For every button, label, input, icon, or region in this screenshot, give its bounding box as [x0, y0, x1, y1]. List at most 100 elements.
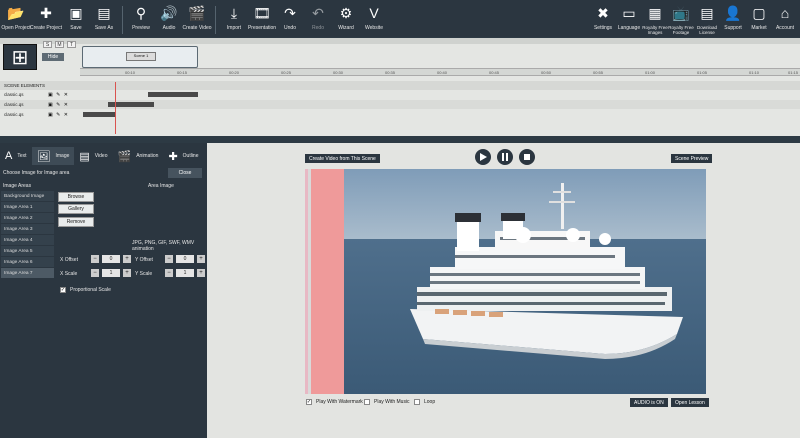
ruler-mark: 01:10: [749, 70, 760, 75]
decrement-button[interactable]: −: [91, 269, 99, 277]
tools-icon: ✖: [597, 5, 609, 21]
ruler-mark: 00:40: [437, 70, 448, 75]
play-watermark-option[interactable]: ✓ Play With Watermark: [306, 399, 363, 405]
create-project-button[interactable]: ✚ Create Project: [30, 4, 62, 34]
increment-button[interactable]: +: [197, 255, 205, 263]
y-scale-value[interactable]: 1: [176, 269, 194, 277]
import-button[interactable]: ⤓ Import: [220, 4, 248, 34]
puzzle-icon: ✚: [168, 150, 178, 163]
playhead[interactable]: [115, 82, 116, 134]
timeline-t-button[interactable]: T: [67, 41, 76, 48]
add-scene-thumbnail[interactable]: ⊞: [3, 44, 37, 70]
market-button[interactable]: ▢ Market: [746, 4, 772, 35]
decrement-button[interactable]: −: [91, 255, 99, 263]
hide-button[interactable]: Hide: [42, 53, 64, 61]
tab-video[interactable]: ▤ Video: [74, 147, 112, 165]
increment-button[interactable]: +: [197, 269, 205, 277]
support-button[interactable]: 👤 Support: [720, 4, 746, 35]
open-project-button[interactable]: 📂 Open Project: [1, 4, 30, 34]
x-scale-value[interactable]: 1: [102, 269, 120, 277]
play-button[interactable]: [475, 149, 491, 165]
loop-checkbox[interactable]: [414, 399, 420, 405]
track-controls[interactable]: ▣ ✎ ✕: [48, 102, 69, 108]
increment-button[interactable]: +: [123, 255, 131, 263]
scene-preview-button[interactable]: Scene Preview: [671, 154, 713, 163]
redo-button[interactable]: ↶ Redo: [304, 4, 332, 34]
audio-toggle-button[interactable]: AUDIO is ON: [630, 398, 668, 407]
track-name: classic.qs: [4, 102, 24, 107]
create-video-scene-button[interactable]: Create Video from This Scene: [305, 154, 380, 163]
tab-image[interactable]: 🖼 Image: [31, 147, 75, 165]
decrement-button[interactable]: −: [165, 269, 173, 277]
scene-label: Scene 1: [126, 52, 156, 61]
timeline-row[interactable]: classic.qs ▣ ✎ ✕: [0, 90, 800, 99]
toolbar-divider: [215, 6, 216, 34]
website-button[interactable]: V Website: [360, 4, 388, 34]
play-watermark-checkbox[interactable]: ✓: [306, 399, 312, 405]
scene-block[interactable]: Scene 1: [82, 46, 198, 68]
timeline-m-button[interactable]: M: [55, 41, 64, 48]
ruler-mark: 00:55: [593, 70, 604, 75]
tab-outline[interactable]: ✚ Outline: [163, 147, 203, 165]
language-button[interactable]: ▭ Language: [616, 4, 642, 35]
royalty-free-images-button[interactable]: ▦ Royalty Free Images: [642, 4, 668, 35]
timeline-row[interactable]: classic.qs ▣ ✎ ✕: [0, 100, 800, 109]
browse-button[interactable]: Browse: [58, 192, 94, 202]
open-lesson-button[interactable]: Open Lesson: [671, 398, 709, 407]
close-button[interactable]: Close: [168, 168, 202, 178]
loop-option[interactable]: Loop: [414, 399, 435, 405]
wizard-button[interactable]: ⚙ Wizard: [332, 4, 360, 34]
track-clip[interactable]: [83, 112, 116, 117]
toolbar-right-group: ✖ Settings ▭ Language ▦ Royalty Free Images…: [590, 4, 798, 35]
list-item[interactable]: Image Area 3: [1, 224, 54, 235]
cruise-ship-image: [305, 169, 706, 394]
video-icon: ▤: [79, 150, 90, 163]
presentation-button[interactable]: 🎞 Presentation: [248, 4, 276, 34]
timeline-panel: S M T ⊞ Hide Scene 1 00:10 00:15 00:20 0…: [0, 38, 800, 136]
area-image-label: Area Image: [148, 183, 174, 189]
save-as-button[interactable]: ▤ Save As: [90, 4, 118, 34]
undo-button[interactable]: ↷ Undo: [276, 4, 304, 34]
home-icon: ⌂: [780, 5, 790, 21]
remove-button[interactable]: Remove: [58, 217, 94, 227]
list-item[interactable]: Image Area 5: [1, 246, 54, 257]
ruler-mark: 00:50: [541, 70, 552, 75]
track-controls[interactable]: ▣ ✎ ✕: [48, 112, 69, 118]
save-button[interactable]: ▣ Save: [62, 4, 90, 34]
language-icon: ▭: [622, 5, 636, 21]
settings-button[interactable]: ✖ Settings: [590, 4, 616, 35]
account-button[interactable]: ⌂ Account: [772, 4, 798, 35]
image-icon: 🖼: [36, 150, 51, 163]
create-video-button[interactable]: 🎬 Create Video: [182, 4, 211, 34]
x-offset-value[interactable]: 0: [102, 255, 120, 263]
download-license-button[interactable]: ▤ Download License: [694, 4, 720, 35]
timeline-s-button[interactable]: S: [43, 41, 52, 48]
timeline-ruler[interactable]: 00:10 00:15 00:20 00:25 00:30 00:35 00:4…: [80, 68, 800, 76]
list-item[interactable]: Image Area 6: [1, 257, 54, 268]
timeline-row[interactable]: classic.qs ▣ ✎ ✕: [0, 110, 800, 119]
tab-animation[interactable]: 🎬 Animation: [113, 147, 164, 165]
list-item[interactable]: Image Area 2: [1, 213, 54, 224]
list-item[interactable]: Image Area 1: [1, 202, 54, 213]
stop-button[interactable]: [519, 149, 535, 165]
tab-text[interactable]: A Text: [0, 147, 32, 165]
proportional-scale-checkbox[interactable]: ✓: [60, 287, 66, 293]
play-music-option[interactable]: Play With Music: [364, 399, 410, 405]
gallery-button[interactable]: Gallery: [58, 204, 94, 214]
proportional-scale-option[interactable]: ✓ Proportional Scale: [60, 287, 111, 293]
audio-button[interactable]: 🔊 Audio: [155, 4, 183, 34]
list-item[interactable]: Image Area 7: [1, 268, 54, 279]
royalty-free-footage-button[interactable]: 📺 Royalty Free Footage: [668, 4, 694, 35]
preview-button[interactable]: ⚲ Preview: [127, 4, 155, 34]
scene-canvas[interactable]: [305, 169, 706, 394]
list-item[interactable]: Background Image: [1, 191, 54, 202]
list-item[interactable]: Image Area 4: [1, 235, 54, 246]
decrement-button[interactable]: −: [165, 255, 173, 263]
increment-button[interactable]: +: [123, 269, 131, 277]
track-controls[interactable]: ▣ ✎ ✕: [48, 92, 69, 98]
stop-icon: [524, 154, 530, 160]
play-music-checkbox[interactable]: [364, 399, 370, 405]
pause-button[interactable]: [497, 149, 513, 165]
track-clip[interactable]: [148, 92, 198, 97]
y-offset-value[interactable]: 0: [176, 255, 194, 263]
